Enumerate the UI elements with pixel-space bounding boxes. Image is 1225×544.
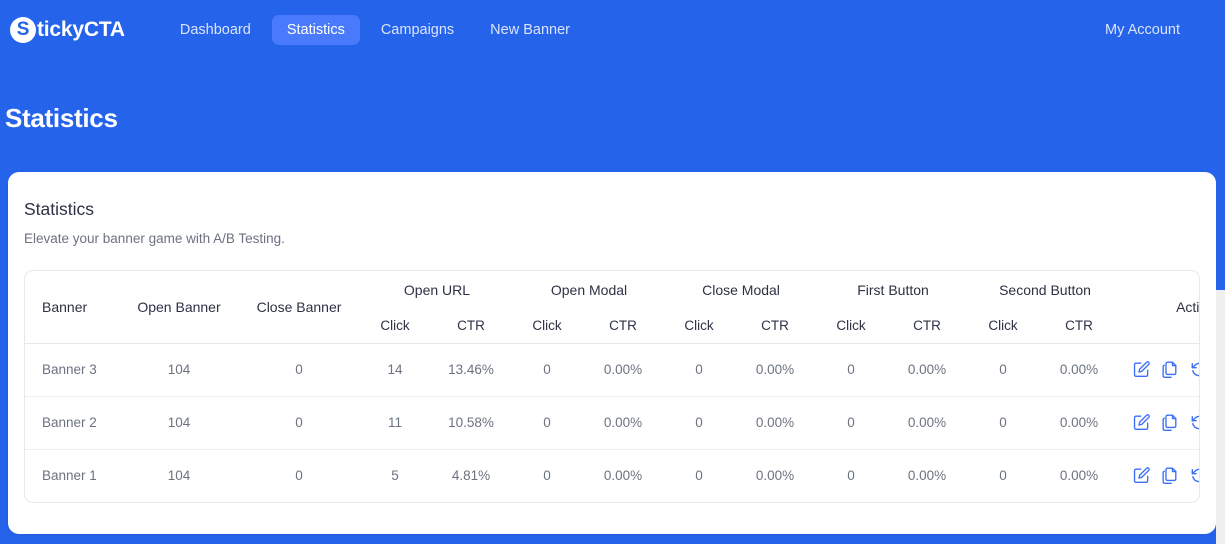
cell-close-modal-ctr: 0.00% bbox=[755, 468, 795, 484]
cell-banner-name: Banner 3 bbox=[42, 362, 97, 377]
page-scrollbar-thumb[interactable] bbox=[1216, 0, 1225, 290]
cell-open-url-ctr: 10.58% bbox=[448, 415, 494, 430]
nav-link-statistics[interactable]: Statistics bbox=[271, 14, 360, 46]
cell-banner-name: Banner 2 bbox=[42, 415, 97, 430]
col-header-open-url: Open URL bbox=[403, 282, 471, 298]
col-header-open-banner: Open Banner bbox=[137, 298, 221, 315]
cell-close-banner: 0 bbox=[295, 415, 303, 430]
cell-first-button-click: 0 bbox=[847, 468, 855, 484]
top-navbar: S tickyCTA Dashboard Statistics Campaign… bbox=[0, 0, 1216, 60]
col-header-second-button: Second Button bbox=[999, 282, 1091, 298]
cell-open-url-ctr: 13.46% bbox=[448, 362, 494, 377]
col-subheader-open-modal-ctr: CTR bbox=[609, 318, 637, 334]
col-header-banner: Banner bbox=[42, 298, 88, 315]
page-title: Statistics bbox=[5, 103, 118, 133]
col-subheader-open-modal-click: Click bbox=[532, 318, 562, 334]
cell-first-button-click: 0 bbox=[847, 415, 855, 430]
cell-first-button-ctr: 0.00% bbox=[907, 362, 947, 377]
copy-icon[interactable] bbox=[1161, 360, 1180, 379]
nav-links: Dashboard Statistics Campaigns New Banne… bbox=[165, 14, 585, 46]
col-subheader-close-modal-click: Click bbox=[684, 318, 714, 334]
col-subheader-first-button-ctr: CTR bbox=[913, 318, 941, 334]
col-header-first-button: First Button bbox=[857, 282, 929, 298]
cell-open-modal-click: 0 bbox=[543, 468, 551, 484]
nav-link-dashboard[interactable]: Dashboard bbox=[165, 15, 266, 46]
brand-name: tickyCTA bbox=[37, 18, 125, 41]
nav-link-new-banner[interactable]: New Banner bbox=[475, 15, 585, 46]
table-header-group-row: Banner Open Banner Close Banner Open URL… bbox=[25, 271, 1199, 315]
brand-circle-icon: S bbox=[10, 17, 36, 43]
cell-second-button-click: 0 bbox=[999, 468, 1007, 484]
statistics-table-container: Banner Open Banner Close Banner Open URL… bbox=[24, 270, 1200, 503]
col-subheader-open-url-ctr: CTR bbox=[457, 318, 485, 334]
page-scrollbar-track[interactable] bbox=[1216, 0, 1225, 544]
col-subheader-second-button-click: Click bbox=[988, 318, 1018, 334]
cell-open-url-click: 5 bbox=[391, 468, 399, 484]
refresh-icon[interactable] bbox=[1190, 413, 1199, 432]
cell-open-url-ctr: 4.81% bbox=[451, 468, 491, 484]
cell-close-modal-ctr: 0.00% bbox=[755, 362, 795, 377]
cell-close-banner: 0 bbox=[295, 468, 303, 484]
col-subheader-open-url-click: Click bbox=[380, 318, 410, 334]
cell-open-modal-ctr: 0.00% bbox=[603, 362, 643, 377]
cell-second-button-click: 0 bbox=[999, 362, 1007, 377]
col-header-actions: Actions bbox=[1176, 298, 1200, 315]
cell-close-banner: 0 bbox=[295, 362, 303, 377]
cell-actions bbox=[1121, 449, 1199, 502]
refresh-icon[interactable] bbox=[1190, 360, 1199, 379]
table-row: Banner 3 104 0 14 13.46% 0 0.00% 0 0.00% 0 0.00% 0 0… bbox=[25, 343, 1199, 396]
cell-open-modal-click: 0 bbox=[543, 415, 551, 430]
cell-open-url-click: 11 bbox=[387, 415, 402, 430]
statistics-table: Banner Open Banner Close Banner Open URL… bbox=[25, 271, 1199, 502]
row-action-buttons bbox=[1121, 466, 1199, 485]
col-subheader-close-modal-ctr: CTR bbox=[761, 318, 789, 334]
brand-logo[interactable]: S tickyCTA bbox=[10, 17, 125, 43]
statistics-card: Statistics Elevate your banner game with… bbox=[8, 172, 1216, 534]
col-header-close-modal: Close Modal bbox=[702, 282, 780, 298]
cell-open-modal-ctr: 0.00% bbox=[603, 415, 643, 430]
cell-actions bbox=[1121, 343, 1199, 396]
cell-open-banner: 104 bbox=[167, 415, 191, 430]
cell-actions bbox=[1121, 396, 1199, 449]
cell-first-button-click: 0 bbox=[847, 362, 855, 377]
cell-second-button-click: 0 bbox=[999, 415, 1007, 430]
copy-icon[interactable] bbox=[1161, 466, 1180, 485]
card-title: Statistics bbox=[24, 199, 95, 219]
cell-first-button-ctr: 0.00% bbox=[907, 468, 947, 484]
cell-open-url-click: 14 bbox=[387, 362, 403, 377]
cell-first-button-ctr: 0.00% bbox=[907, 415, 947, 430]
cell-open-modal-ctr: 0.00% bbox=[603, 468, 643, 484]
col-subheader-second-button-ctr: CTR bbox=[1065, 318, 1093, 334]
col-header-open-modal: Open Modal bbox=[550, 282, 628, 298]
row-action-buttons bbox=[1121, 360, 1199, 379]
col-subheader-first-button-click: Click bbox=[836, 318, 866, 334]
cell-second-button-ctr: 0.00% bbox=[1059, 415, 1099, 430]
cell-close-modal-ctr: 0.00% bbox=[755, 415, 795, 430]
cell-second-button-ctr: 0.00% bbox=[1059, 362, 1099, 377]
my-account-link[interactable]: My Account bbox=[1105, 22, 1200, 38]
col-header-close-banner: Close Banner bbox=[256, 298, 342, 315]
cell-close-modal-click: 0 bbox=[695, 468, 703, 484]
edit-icon[interactable] bbox=[1132, 466, 1151, 485]
row-action-buttons bbox=[1121, 413, 1199, 432]
cell-banner-name: Banner 1 bbox=[42, 468, 97, 484]
cell-open-banner: 104 bbox=[167, 468, 191, 484]
card-subtitle: Elevate your banner game with A/B Testin… bbox=[24, 230, 285, 246]
app-root: S tickyCTA Dashboard Statistics Campaign… bbox=[0, 0, 1225, 544]
cell-second-button-ctr: 0.00% bbox=[1059, 468, 1099, 484]
statistics-table-body: Banner 3 104 0 14 13.46% 0 0.00% 0 0.00% 0 0.00% 0 0… bbox=[25, 343, 1199, 502]
cell-close-modal-click: 0 bbox=[695, 415, 703, 430]
copy-icon[interactable] bbox=[1161, 413, 1180, 432]
table-row: Banner 1 104 0 5 4.81% 0 0.00% 0 0.00% 0 0.00% 0 0.0… bbox=[25, 449, 1199, 502]
cell-open-modal-click: 0 bbox=[543, 362, 551, 377]
refresh-icon[interactable] bbox=[1190, 466, 1199, 485]
edit-icon[interactable] bbox=[1132, 360, 1151, 379]
nav-link-campaigns[interactable]: Campaigns bbox=[366, 15, 469, 46]
edit-icon[interactable] bbox=[1132, 413, 1151, 432]
table-row: Banner 2 104 0 11 10.58% 0 0.00% 0 0.00% 0 0.00% 0 0… bbox=[25, 396, 1199, 449]
cell-open-banner: 104 bbox=[167, 362, 191, 377]
cell-close-modal-click: 0 bbox=[695, 362, 703, 377]
